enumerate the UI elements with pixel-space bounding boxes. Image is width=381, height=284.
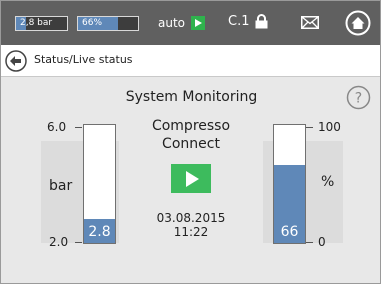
mail-icon[interactable] (301, 16, 319, 29)
monitoring-panel: System Monitoring ? 6.0 2.0 bar 2.8 Comp… (1, 77, 380, 283)
back-arrow-icon[interactable] (5, 50, 27, 72)
pressure-min-label: 2.0 (49, 235, 69, 249)
percent-gauge: 66 (273, 124, 306, 244)
page-title: System Monitoring (125, 89, 258, 105)
pressure-gauge-value: 2.8 (88, 224, 111, 240)
percent-min-label: 0 (318, 235, 326, 249)
play-button[interactable] (171, 164, 211, 193)
nav-bar: Status/Live status (1, 45, 380, 77)
help-icon[interactable]: ? (346, 85, 371, 110)
auto-play-icon (191, 16, 205, 30)
percent-gauge-value: 66 (280, 224, 299, 240)
percent-indicator: 66% (77, 16, 139, 31)
pressure-indicator: 2,8 bar (15, 16, 68, 31)
pressure-max-label: 6.0 (47, 120, 67, 134)
time-label: 11:22 (173, 225, 209, 239)
percent-unit: % (321, 174, 335, 190)
controller-id: C.1 (228, 14, 250, 29)
mode-label: auto (158, 16, 186, 30)
pressure-unit: bar (49, 178, 73, 194)
percent-min-tick (306, 242, 313, 243)
brand-line2: Connect (162, 136, 220, 152)
home-icon[interactable] (345, 10, 371, 36)
percent-max-label: 100 (318, 120, 341, 134)
breadcrumb: Status/Live status (34, 53, 133, 66)
pressure-max-tick (75, 127, 82, 128)
percent-indicator-label: 66% (82, 18, 103, 28)
pressure-gauge: 2.8 (83, 124, 116, 244)
date-label: 03.08.2015 (156, 211, 226, 225)
pressure-indicator-label: 2,8 bar (20, 18, 53, 28)
top-status-bar: 2,8 bar 66% auto C.1 (1, 1, 380, 45)
help-glyph: ? (355, 91, 362, 107)
pressure-min-tick (75, 242, 82, 243)
app-window: 2,8 bar 66% auto C.1 Status/Live status (0, 0, 381, 284)
brand-line1: Compresso (151, 118, 231, 134)
lock-icon[interactable] (255, 14, 268, 29)
percent-max-tick (306, 127, 313, 128)
